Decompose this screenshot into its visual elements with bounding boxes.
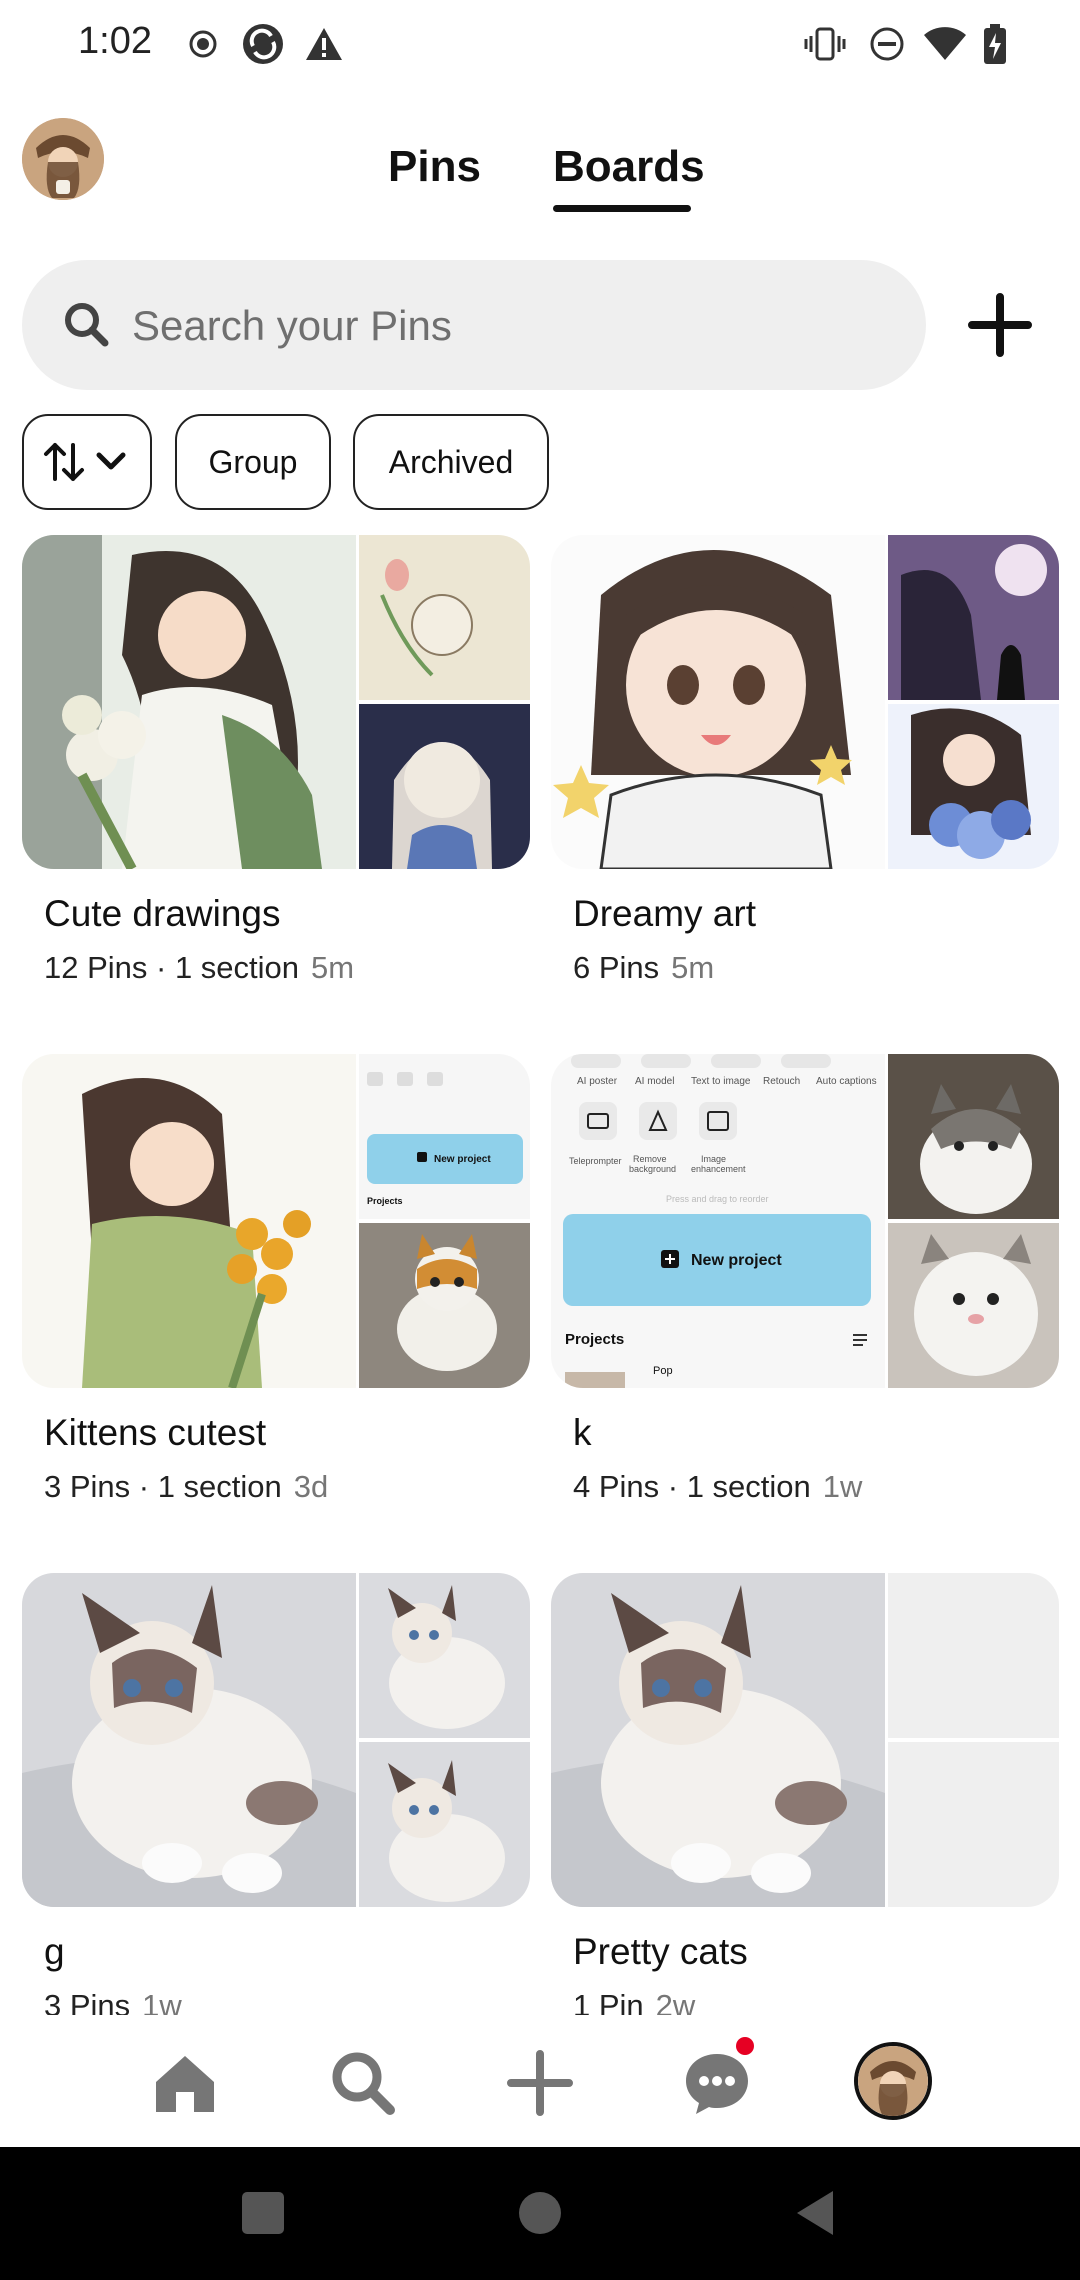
board-title: Cute drawings (44, 893, 281, 934)
board-updated-time: 1w (822, 1469, 863, 1504)
svg-text:Pop: Pop (653, 1365, 673, 1377)
plus-icon (968, 293, 1032, 357)
profile-avatar-tab[interactable] (854, 2042, 932, 2120)
board-title: Dreamy art (573, 893, 756, 934)
do-not-disturb-icon (866, 22, 908, 66)
svg-text:Projects: Projects (565, 1331, 624, 1348)
svg-text:Remove: Remove (633, 1154, 667, 1164)
profile-avatar[interactable] (22, 118, 104, 200)
board-cover-image (22, 535, 530, 869)
status-bar: 1:02 (0, 0, 1080, 90)
status-time: 1:02 (78, 20, 152, 62)
board-title: Pretty cats (573, 1931, 748, 1972)
battery-charging-icon (978, 22, 1012, 66)
board-pin-count: 4 Pins · 1 section (573, 1469, 811, 1504)
board-pin-count: 12 Pins · 1 section (44, 950, 300, 985)
record-icon (183, 22, 223, 66)
home-button[interactable] (519, 2192, 561, 2234)
board-cover-image (551, 535, 1059, 869)
board-title: Kittens cutest (44, 1412, 267, 1453)
board-meta: 3 Pins · 1 section 3d (44, 1469, 328, 1505)
board-meta: 12 Pins · 1 section 5m (44, 950, 354, 986)
board-cover-image (551, 1573, 1059, 1907)
notification-badge (736, 2037, 754, 2055)
svg-text:AI model: AI model (635, 1076, 674, 1087)
board-card-dreamy-art[interactable] (551, 535, 1059, 869)
search-placeholder: Search your Pins (132, 302, 452, 349)
warning-icon (302, 22, 346, 66)
back-button[interactable] (795, 2189, 835, 2237)
svg-text:Press and drag to reorder: Press and drag to reorder (666, 1194, 769, 1204)
board-card-kittens-cutest[interactable]: New project Projects (22, 1054, 530, 1388)
board-card-pretty-cats[interactable] (551, 1573, 1059, 1907)
svg-text:New project: New project (434, 1154, 491, 1165)
svg-text:background: background (629, 1164, 676, 1174)
board-cover-image: New project Projects (22, 1054, 530, 1388)
svg-text:enhancement: enhancement (691, 1164, 746, 1174)
board-cover-image: AI poster AI model Text to image Retouch… (551, 1054, 1059, 1388)
system-navigation-bar (0, 2147, 1080, 2280)
svg-text:Image: Image (701, 1154, 726, 1164)
sync-icon (240, 22, 286, 66)
board-pin-count: 3 Pins · 1 section (44, 1469, 282, 1504)
messages-icon[interactable] (679, 2045, 755, 2121)
group-filter-chip[interactable]: Group (175, 414, 331, 510)
svg-text:Text to image: Text to image (691, 1076, 751, 1087)
svg-text:New project: New project (691, 1252, 782, 1269)
board-cover-image (22, 1573, 530, 1907)
board-meta: 6 Pins 5m (573, 950, 714, 986)
vibrate-icon (802, 22, 848, 66)
board-card-cute-drawings[interactable] (22, 535, 530, 869)
svg-text:Retouch: Retouch (763, 1076, 800, 1087)
svg-text:Auto captions: Auto captions (816, 1076, 877, 1087)
tab-selected-indicator (553, 205, 691, 212)
sort-button[interactable] (22, 414, 152, 510)
archived-filter-chip[interactable]: Archived (353, 414, 549, 510)
board-title: k (573, 1412, 592, 1453)
board-updated-time: 5m (671, 950, 715, 985)
tab-pins[interactable]: Pins (388, 142, 481, 192)
tab-boards[interactable]: Boards (553, 142, 705, 192)
board-card-g[interactable] (22, 1573, 530, 1907)
svg-text:AI poster: AI poster (577, 1076, 618, 1087)
search-icon (62, 300, 110, 348)
sort-arrows-icon (44, 443, 126, 481)
svg-text:Teleprompter: Teleprompter (569, 1156, 622, 1166)
create-icon[interactable] (502, 2045, 578, 2121)
board-updated-time: 3d (293, 1469, 329, 1504)
board-card-k[interactable]: AI poster AI model Text to image Retouch… (551, 1054, 1059, 1388)
recents-button[interactable] (242, 2192, 284, 2234)
board-updated-time: 5m (311, 950, 355, 985)
home-icon[interactable] (147, 2045, 223, 2121)
svg-text:Projects: Projects (367, 1196, 403, 1206)
search-icon[interactable] (325, 2045, 401, 2121)
board-meta: 4 Pins · 1 section 1w (573, 1469, 862, 1505)
wifi-icon (920, 22, 970, 66)
board-title: g (44, 1931, 65, 1972)
add-board-button[interactable] (960, 285, 1040, 365)
board-pin-count: 6 Pins (573, 950, 660, 985)
